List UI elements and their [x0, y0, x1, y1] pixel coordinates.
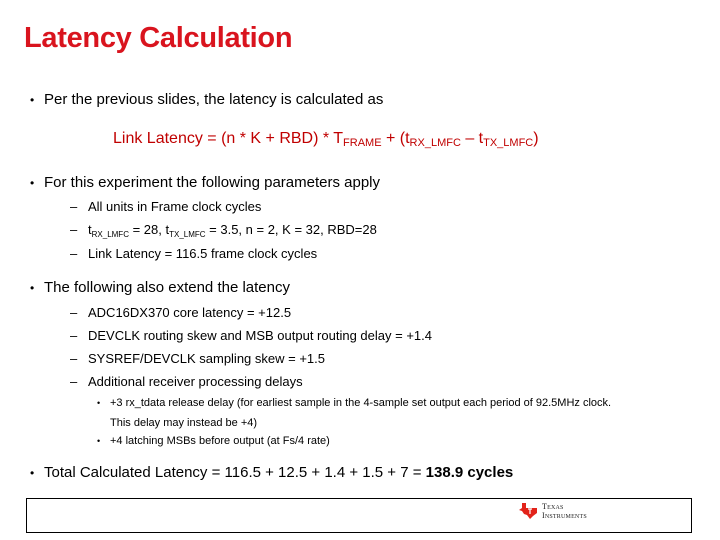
item-text: All units in Frame clock cycles: [88, 199, 262, 214]
item-text: = 28, t: [128, 222, 170, 237]
item-text: = 3.5, n = 2, K = 32, RBD=28: [205, 222, 377, 237]
texas-state-icon: [519, 503, 537, 519]
footer-box: [26, 498, 692, 533]
item-text: ADC16DX370 core latency = +12.5: [88, 305, 292, 320]
bullet-text: The following also extend the latency: [44, 279, 290, 296]
bullet-parameters: • For this experiment the following para…: [30, 174, 380, 191]
extend-devclk-skew: – DEVCLK routing skew and MSB output rou…: [70, 328, 432, 343]
bullet-icon: •: [30, 281, 35, 295]
bullet-calc-intro: • Per the previous slides, the latency i…: [30, 91, 384, 108]
item-text: Additional receiver processing delays: [88, 374, 303, 389]
formula-tx-sub: TX_LMFC: [483, 137, 534, 149]
item-text: +3 rx_tdata release delay (for earliest …: [110, 397, 612, 409]
bullet-text: Per the previous slides, the latency is …: [44, 91, 384, 108]
bullet-extend-latency: • The following also extend the latency: [30, 279, 290, 296]
formula-prefix: Link Latency = (n * K + RBD) * T: [113, 130, 344, 147]
extend-core-latency: – ADC16DX370 core latency = +12.5: [70, 305, 292, 320]
tx-sub: TX_LMFC: [169, 230, 206, 239]
formula-mid: + (t: [381, 130, 410, 147]
dash-icon: –: [70, 246, 78, 261]
extend-receiver-delays: – Additional receiver processing delays: [70, 374, 303, 389]
bullet-icon: •: [30, 93, 35, 107]
latency-formula: Link Latency = (n * K + RBD) * TFRAME + …: [113, 130, 539, 149]
param-units: – All units in Frame clock cycles: [70, 199, 262, 214]
bullet-total-latency: • Total Calculated Latency = 116.5 + 12.…: [30, 464, 514, 481]
dash-icon: –: [70, 199, 78, 214]
slide-title: Latency Calculation: [24, 22, 293, 54]
formula-minus: – t: [460, 130, 484, 147]
rx-sub: RX_LMFC: [91, 230, 129, 239]
dash-icon: –: [70, 328, 78, 343]
item-text: Link Latency = 116.5 frame clock cycles: [88, 246, 318, 261]
formula-tframe-sub: FRAME: [343, 137, 382, 149]
bullet-text: For this experiment the following parame…: [44, 174, 380, 191]
item-text: SYSREF/DEVCLK sampling skew = +1.5: [88, 351, 325, 366]
dash-icon: –: [70, 351, 78, 366]
receiver-delay-latching: • +4 latching MSBs before output (at Fs/…: [97, 431, 330, 451]
item-text: This delay may instead be +4): [110, 417, 258, 429]
logo-text-line1: Texas: [542, 502, 564, 511]
param-link-latency: – Link Latency = 116.5 frame clock cycle…: [70, 246, 318, 261]
formula-rx-sub: RX_LMFC: [409, 137, 461, 149]
bullet-icon: •: [97, 398, 101, 408]
bullet-text: Total Calculated Latency = 116.5 + 12.5 …: [44, 464, 426, 481]
receiver-delay-rx-tdata: • +3 rx_tdata release delay (for earlies…: [97, 393, 612, 433]
formula-suffix: ): [533, 130, 539, 147]
dash-icon: –: [70, 222, 78, 237]
dash-icon: –: [70, 374, 78, 389]
param-values: – tRX_LMFC = 28, tTX_LMFC = 3.5, n = 2, …: [70, 222, 377, 239]
texas-instruments-logo: Texas Instruments: [518, 502, 587, 520]
item-text: +4 latching MSBs before output (at Fs/4 …: [110, 435, 330, 447]
dash-icon: –: [70, 305, 78, 320]
total-latency-value: 138.9 cycles: [425, 464, 514, 481]
bullet-icon: •: [30, 176, 35, 190]
extend-sysref-skew: – SYSREF/DEVCLK sampling skew = +1.5: [70, 351, 325, 366]
logo-text-line2: Instruments: [542, 511, 587, 520]
item-text: DEVCLK routing skew and MSB output routi…: [88, 328, 432, 343]
bullet-icon: •: [30, 466, 35, 480]
bullet-icon: •: [97, 436, 101, 446]
